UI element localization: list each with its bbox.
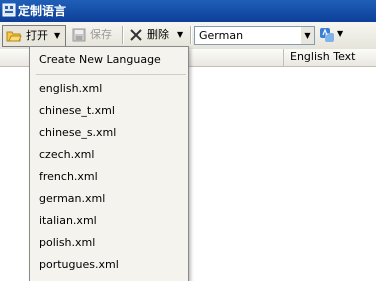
column-header-english-text[interactable]: English Text	[283, 49, 376, 66]
delete-button[interactable]: 删除 ▼	[125, 25, 188, 45]
menu-separator	[36, 74, 186, 75]
toolbar-separator	[190, 26, 192, 44]
language-select-value: German	[199, 29, 244, 42]
chevron-down-icon[interactable]: ▼	[337, 29, 343, 38]
language-select[interactable]: German ▼	[194, 26, 315, 45]
menu-item[interactable]: english.xml	[39, 80, 102, 98]
open-dropdown-menu: Create New Language english.xml chinese_…	[29, 46, 189, 281]
save-disk-icon	[72, 28, 86, 42]
menu-item[interactable]: french.xml	[39, 168, 98, 186]
menu-item-create-new-language[interactable]: Create New Language	[39, 51, 161, 69]
save-button-label: 保存	[90, 28, 112, 41]
save-button[interactable]: 保存	[69, 25, 121, 45]
menu-item[interactable]: german.xml	[39, 190, 105, 208]
menu-item[interactable]: portugues.xml	[39, 256, 119, 274]
menu-item[interactable]: polish.xml	[39, 234, 95, 252]
menu-item[interactable]: italian.xml	[39, 212, 97, 230]
window-title: 定制语言	[18, 4, 67, 18]
menu-item[interactable]: chinese_s.xml	[39, 124, 116, 142]
translate-icon	[320, 28, 334, 42]
delete-button-label: 删除	[147, 28, 169, 41]
app-icon	[2, 3, 16, 17]
chevron-down-icon[interactable]: ▼	[301, 27, 314, 44]
chevron-down-icon[interactable]: ▼	[54, 26, 60, 46]
open-button-label: 打开	[26, 29, 48, 42]
menu-item[interactable]: chinese_t.xml	[39, 102, 115, 120]
delete-x-icon	[130, 29, 142, 41]
open-folder-icon	[6, 31, 22, 42]
chevron-down-icon[interactable]: ▼	[177, 25, 183, 45]
title-bar: 定制语言	[0, 0, 376, 22]
column-header-label: English Text	[290, 50, 356, 63]
menu-item[interactable]: czech.xml	[39, 146, 94, 164]
open-button[interactable]: 打开 ▼	[2, 25, 66, 47]
toolbar-separator	[122, 26, 124, 44]
translate-button[interactable]: ▼	[318, 26, 344, 45]
